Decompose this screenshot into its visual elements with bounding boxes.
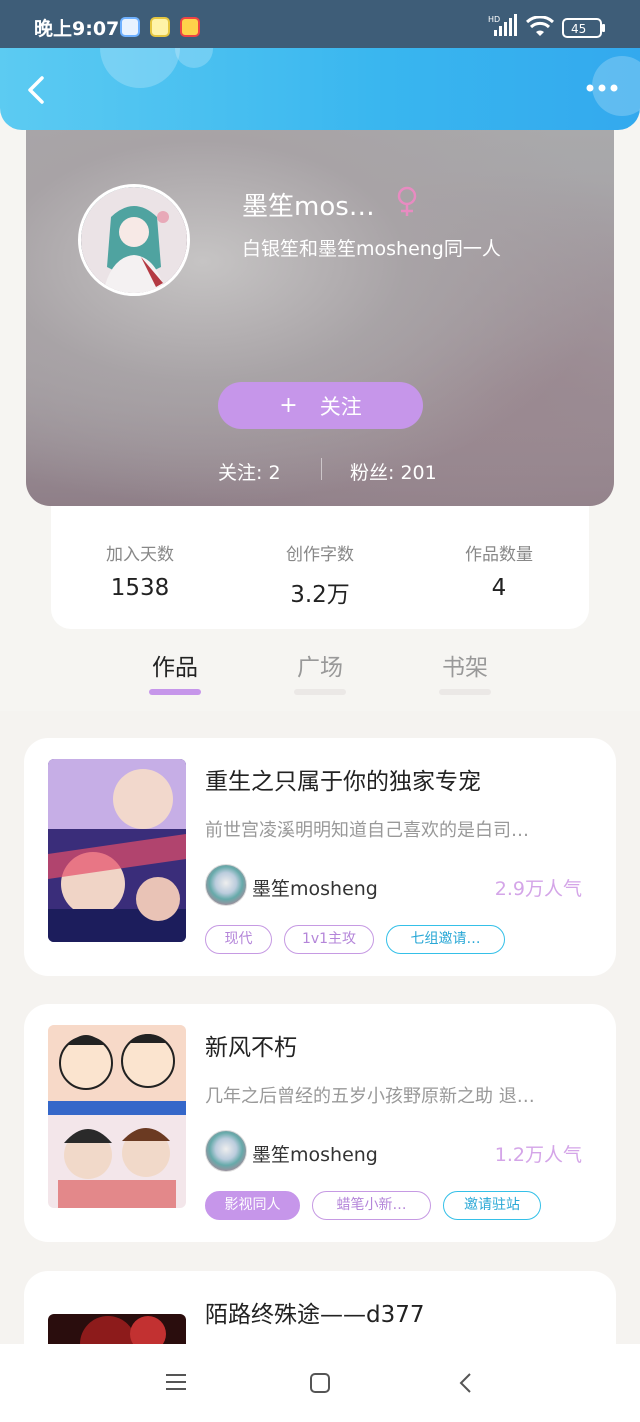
female-icon	[396, 186, 418, 222]
stat-word-count: 创作字数 3.2万	[230, 540, 410, 609]
cover-illustration	[48, 1025, 186, 1208]
battery-icon: 45	[562, 18, 606, 43]
book-tag[interactable]: 蜡笔小新…	[312, 1191, 431, 1220]
profile-header: 墨笙mos… 白银笙和墨笙mosheng同一人 + 关注 关注: 2 粉丝: 2…	[26, 130, 614, 506]
back-nav-icon[interactable]	[456, 1372, 476, 1398]
book-tag[interactable]: 七组邀请…	[386, 925, 505, 954]
tab-indicator	[294, 689, 346, 695]
author-avatar[interactable]	[205, 864, 247, 906]
cover-illustration	[48, 759, 186, 942]
book-cover[interactable]	[48, 759, 186, 942]
decor-bubble	[175, 48, 213, 68]
author-name[interactable]: 墨笙mosheng	[252, 1140, 378, 1167]
tab-works[interactable]: 作品	[135, 648, 215, 682]
follow-label: 关注	[319, 394, 362, 419]
weibo-notification-icon	[180, 17, 200, 37]
app-notification-icon	[120, 17, 140, 37]
works-list: 重生之只属于你的独家专宠 前世宫凌溪明明知道自己喜欢的是白司… 墨笙moshen…	[0, 711, 640, 1391]
book-card[interactable]: 新风不朽 几年之后曾经的五岁小孩野原新之助 退… 墨笙mosheng 1.2万人…	[24, 1004, 616, 1242]
book-tag[interactable]: 1v1主攻	[284, 925, 374, 954]
wifi-icon	[525, 15, 555, 43]
battery-level: 45	[571, 22, 586, 36]
book-description: 几年之后曾经的五岁小孩野原新之助 退…	[205, 1086, 535, 1107]
svg-text:HD: HD	[488, 15, 500, 24]
tab-indicator	[439, 689, 491, 695]
profile-username: 墨笙mos…	[242, 192, 375, 222]
author-name[interactable]: 墨笙mosheng	[252, 874, 378, 901]
follow-button[interactable]: + 关注	[218, 382, 423, 429]
stat-value: 4	[491, 575, 507, 601]
book-description: 前世宫凌溪明明知道自己喜欢的是白司…	[205, 820, 529, 841]
divider	[321, 458, 322, 480]
decor-bubble	[100, 48, 180, 88]
book-tag[interactable]: 邀请驻站	[443, 1191, 541, 1220]
hd-signal-icon: HD	[488, 14, 520, 43]
tab-square[interactable]: 广场	[280, 648, 360, 682]
book-popularity: 1.2万人气	[494, 1144, 582, 1166]
more-dots-icon	[586, 84, 618, 92]
book-card[interactable]: 重生之只属于你的独家专宠 前世宫凌溪明明知道自己喜欢的是白司… 墨笙moshen…	[24, 738, 616, 976]
book-tag[interactable]: 现代	[205, 925, 272, 954]
followers-count[interactable]: 粉丝: 201	[350, 458, 437, 485]
book-popularity: 2.9万人气	[494, 878, 582, 900]
book-cover[interactable]	[48, 1025, 186, 1208]
chevron-left-icon	[28, 76, 44, 104]
profile-avatar[interactable]	[78, 184, 190, 296]
header-bar	[0, 48, 640, 130]
book-title[interactable]: 新风不朽	[205, 1028, 297, 1062]
menu-icon[interactable]	[164, 1372, 188, 1396]
more-button[interactable]	[582, 78, 622, 98]
stat-join-days: 加入天数 1538	[50, 540, 230, 601]
tab-active-indicator	[149, 689, 201, 695]
profile-bio: 白银笙和墨笙mosheng同一人	[242, 238, 501, 260]
system-nav-bar	[0, 1344, 640, 1422]
book-title[interactable]: 重生之只属于你的独家专宠	[205, 762, 481, 796]
stat-label: 创作字数	[286, 545, 354, 565]
chat-notification-icon	[150, 17, 170, 37]
tab-bookshelf[interactable]: 书架	[425, 648, 505, 682]
back-button[interactable]	[18, 66, 58, 112]
following-count[interactable]: 关注: 2	[218, 458, 281, 485]
book-tag[interactable]: 影视同人	[205, 1191, 300, 1220]
stat-works-count: 作品数量 4	[409, 540, 589, 601]
home-icon[interactable]	[309, 1372, 331, 1398]
author-avatar[interactable]	[205, 1130, 247, 1172]
stats-card: 加入天数 1538 创作字数 3.2万 作品数量 4	[51, 506, 589, 629]
stat-value: 3.2万	[290, 582, 350, 608]
avatar-illustration	[81, 187, 187, 293]
stat-label: 加入天数	[106, 545, 174, 565]
book-title[interactable]: 陌路终殊途——d377	[205, 1295, 425, 1329]
status-time: 晚上9:07	[34, 18, 120, 40]
stat-value: 1538	[110, 575, 170, 601]
plus-icon: +	[279, 393, 298, 418]
stat-label: 作品数量	[465, 545, 533, 565]
status-bar: 晚上9:07 HD 45	[0, 0, 640, 48]
